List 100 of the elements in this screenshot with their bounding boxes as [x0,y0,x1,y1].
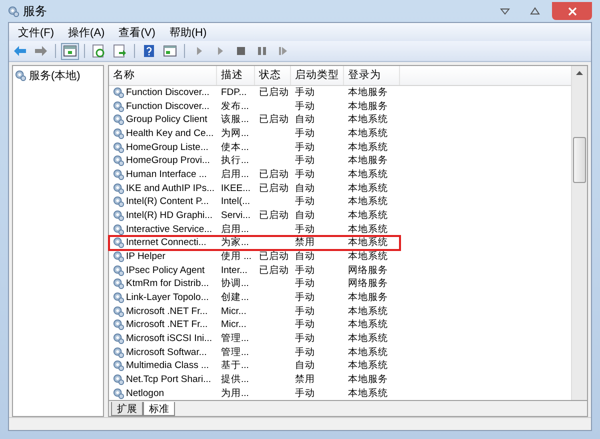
table-cell: 自动 [295,113,315,126]
services-icon [113,169,124,180]
view-tab[interactable]: 标准 [143,402,175,416]
services-icon [113,346,124,358]
services-icon [113,264,124,276]
console-tree-icon [63,44,77,58]
table-cell: 启用... [221,222,249,236]
table-cell: Human Interface ... [126,169,207,180]
menu-item[interactable]: 帮助(H) [162,24,214,40]
column-header[interactable]: 名称 [109,66,217,85]
table-cell: 手动 [295,386,315,400]
table-cell: 禁用 [295,373,315,386]
table-cell: 本地系统 [348,386,388,400]
close-button[interactable] [552,2,592,20]
menu-item[interactable]: 操作(A) [61,24,112,40]
table-cell: 手动 [295,346,315,359]
table-cell: Intel(R) Content P... [126,196,209,208]
table-cell: 为网... [221,127,249,140]
table-cell: 自动 [295,250,315,264]
table-cell: 手动 [295,127,315,140]
services-icon [113,210,124,222]
services-icon [8,6,19,16]
table-cell: 本地服务 [348,373,388,386]
services-icon [113,182,124,194]
table-cell: 本地系统 [348,113,388,126]
table-cell: 已启动 [259,113,289,126]
console-tree-button[interactable] [61,42,79,60]
table-cell: Function Discover... [126,100,210,112]
column-header[interactable]: 启动类型 [291,66,344,85]
table-cell: 本地系统 [348,346,388,359]
scroll-up-icon [576,70,583,75]
table-cell: 自动 [295,359,315,372]
table-cell: FDP... [221,87,247,98]
column-header[interactable]: 状态 [255,66,291,85]
table-cell: 已启动 [259,182,289,195]
table-cell: Microsoft iSCSI Ini... [126,333,212,344]
table-cell: 启用... [221,168,249,182]
table-cell: 使本... [221,140,249,154]
refresh-icon [92,44,106,58]
table-cell: 手动 [295,332,315,346]
table-cell: 管理... [221,346,249,359]
table-cell: 本地系统 [348,359,388,372]
table-cell: Micr... [221,319,246,330]
services-icon [113,374,124,386]
table-cell: 手动 [295,222,315,236]
view-tab[interactable]: 扩展 [111,402,143,416]
table-cell: 禁用 [295,236,315,250]
services-icon [15,70,26,81]
export-button[interactable] [111,42,129,60]
column-header[interactable]: 描述 [217,66,255,85]
services-icon [113,155,124,166]
table-cell: IKEE... [221,182,251,194]
table-cell: Interactive Service... [126,224,212,235]
properties-icon [163,44,177,58]
services-icon [113,114,124,126]
services-icon [113,319,124,330]
table-cell: 已启动 [259,250,289,264]
services-icon [113,251,124,262]
menu-item[interactable]: 文件(F) [11,24,62,40]
services-icon [113,333,124,344]
pause-icon [255,44,269,58]
table-cell: IP Helper [126,251,166,262]
table-cell: 网络服务 [348,264,388,277]
table-cell: 本地系统 [348,127,388,140]
services-icon [113,292,124,304]
table-cell: 手动 [295,291,315,304]
services-icon [113,224,124,235]
table-cell: Micr... [221,306,246,317]
table-cell: 本地系统 [348,140,388,154]
table-cell: Inter... [221,264,248,276]
table-cell: 发布... [221,100,249,113]
table-cell: Servi... [221,210,251,222]
table-cell: 本地系统 [348,209,388,222]
properties-button[interactable] [161,42,179,60]
services-icon [113,100,124,112]
table-cell: 本地服务 [348,100,388,113]
scrollbar[interactable] [571,66,587,400]
tree-item[interactable]: 服务(本地) [29,68,80,83]
table-cell: Microsoft .NET Fr... [126,306,208,317]
column-header[interactable]: 登录为 [344,66,400,85]
table-cell: IPsec Policy Agent [126,264,205,276]
scrollbar-thumb[interactable] [573,137,586,183]
menu-item[interactable]: 查看(V) [112,24,162,40]
table-cell: 本地系统 [348,182,388,195]
table-cell: 创建... [221,291,249,304]
table-cell: 手动 [295,168,315,182]
back-icon [13,44,27,58]
table-cell: 手动 [295,304,315,318]
services-icon [113,360,124,372]
services-icon [113,196,124,208]
table-cell: Microsoft .NET Fr... [126,319,208,330]
table-cell: Health Key and Ce... [126,128,214,140]
table-cell: Multimedia Class ... [126,360,209,372]
close-icon [568,6,576,16]
table-cell: 自动 [295,209,315,222]
table-cell: 手动 [295,318,315,332]
stop-icon [234,44,248,58]
table-cell: Intel(R) HD Graphi... [126,210,213,222]
help-icon [142,44,156,58]
table-cell: 使用 ... [221,250,252,264]
